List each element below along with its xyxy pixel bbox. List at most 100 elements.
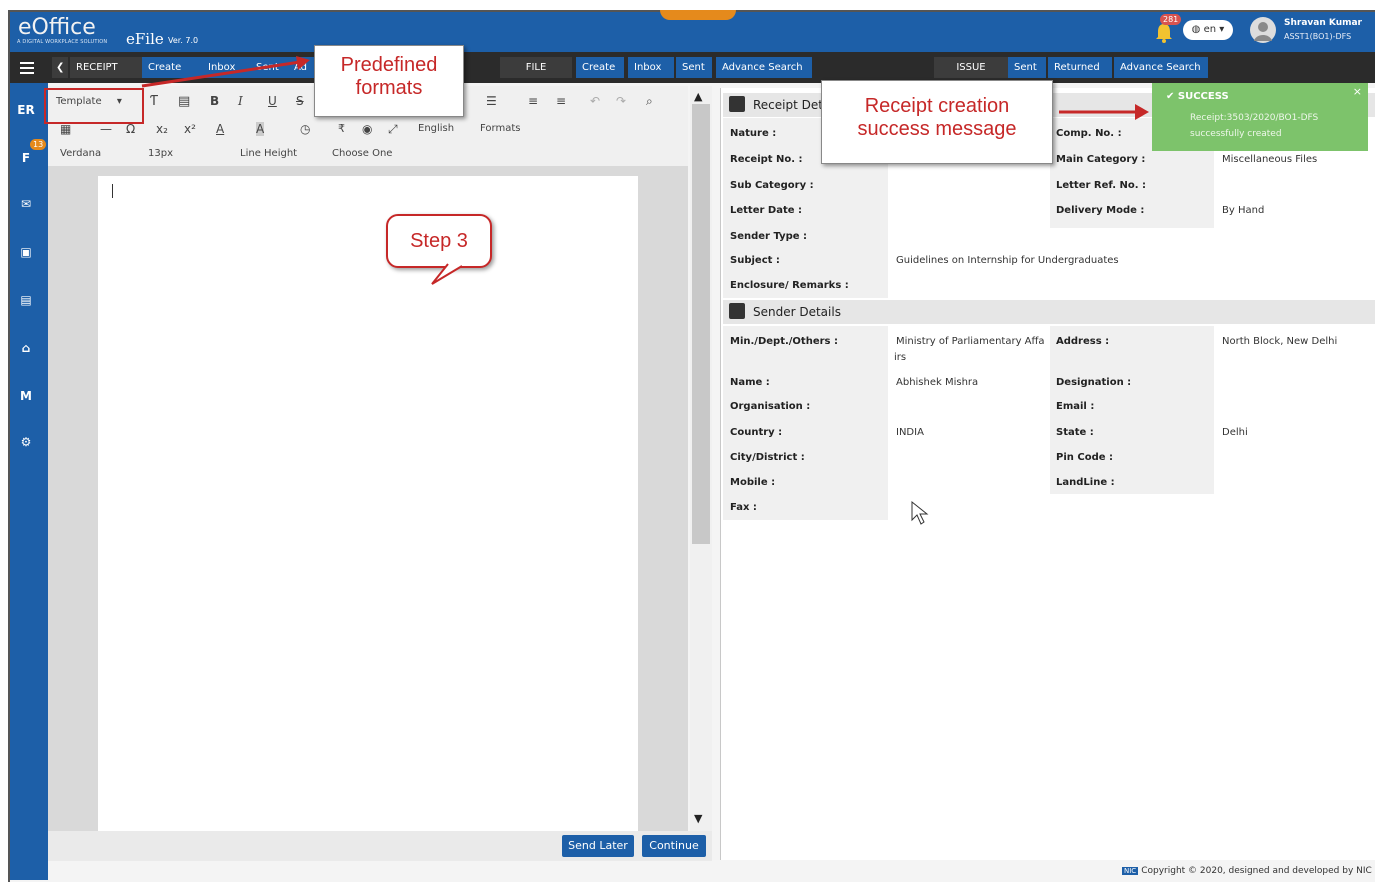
clock-icon[interactable]: ◷ [300,122,310,136]
fullscreen-icon[interactable]: ⤢ [388,122,398,137]
value-state: Delhi [1222,427,1248,438]
choose-one-select[interactable]: Choose One [332,148,392,159]
editor-text-area[interactable] [98,176,638,832]
checkmark-icon: ✔ [1166,91,1175,102]
outdent-icon[interactable]: ≡ [528,94,538,108]
arrow-to-predefined-icon [141,56,310,88]
bell-icon[interactable] [1154,22,1174,44]
sidebar-mail-icon[interactable]: ⌂ [14,336,38,360]
hamburger-menu-icon[interactable] [14,58,40,78]
find-icon[interactable]: ⌕ [646,94,653,109]
sidebar-document-icon[interactable]: ▣ [14,240,38,264]
predefined-line2: formats [355,77,423,99]
nav-back-chevron-icon[interactable]: ❮ [52,57,69,78]
send-later-button[interactable]: Send Later [562,835,634,857]
font-family-select[interactable]: Verdana [60,148,101,159]
user-name[interactable]: Shravan Kumar [1284,18,1362,28]
highlight-color-icon[interactable]: A [256,122,265,136]
indent-icon[interactable]: ≡ [556,94,566,108]
bold-icon[interactable]: B [210,94,219,108]
editor-scrollbar-thumb[interactable] [692,104,710,544]
scroll-up-icon[interactable]: ▲ [694,90,702,103]
strikethrough-icon[interactable]: S [296,94,304,108]
nav-issue-sent[interactable]: Sent [1008,57,1046,78]
label-ministry: Min./Dept./Others : [730,336,838,347]
mouse-pointer-icon [911,500,929,525]
label-sub-category: Sub Category : [730,180,814,191]
language-select-value: English [418,123,455,134]
label-pin-code: Pin Code : [1056,452,1113,463]
undo-icon[interactable]: ↶ [590,94,600,108]
label-comp-no: Comp. No. : [1056,128,1122,139]
receipt-msg-line2: success message [857,118,1017,140]
italic-icon[interactable]: I [238,94,243,108]
text-color-icon[interactable]: A [216,122,224,136]
predefined-line1: Predefined [340,54,438,76]
nav-file-sent[interactable]: Sent [676,57,712,78]
underline-icon[interactable]: U [268,94,277,108]
sidebar-settings-icon[interactable]: ⚙ [14,430,38,454]
copyright-footer: NIC Copyright © 2020, designed and develo… [1122,866,1372,876]
nav-file[interactable]: FILE [500,57,572,78]
sidebar-dsc-icon[interactable]: ▤ [14,288,38,312]
toast-header: ✔ SUCCESS [1166,91,1229,102]
special-char-icon[interactable]: Ω [126,122,135,136]
sidebar-file-badge: 13 [30,139,47,150]
language-value: en [1203,24,1217,35]
rupee-icon[interactable]: ₹ [338,122,345,135]
clear-format-icon[interactable]: Ƭ [150,94,158,109]
subscript-icon[interactable]: x₂ [156,122,168,136]
redo-icon[interactable]: ↷ [616,94,626,108]
label-city: City/District : [730,452,805,463]
collapse-header-tab[interactable] [660,10,736,20]
nav-issue-returned[interactable]: Returned [1048,57,1112,78]
label-nature: Nature : [730,128,777,139]
sender-details-header: Sender Details [723,300,1375,324]
sender-icon [729,303,745,319]
nav-file-inbox[interactable]: Inbox [628,57,674,78]
receipt-details-title: Receipt Det [753,98,823,112]
formats-select[interactable]: Formats [480,123,520,134]
value-address: North Block, New Delhi [1222,336,1338,347]
sidebar-dak-icon[interactable]: ✉ [14,192,38,216]
nav-receipt[interactable]: RECEIPT [70,57,144,78]
nav-file-advance-search[interactable]: Advance Search [716,57,812,78]
sidebar-receipt-icon[interactable]: ER [14,98,38,122]
continue-button[interactable]: Continue [642,835,706,857]
label-designation: Designation : [1056,377,1132,388]
nav-issue[interactable]: ISSUE [934,57,1008,78]
user-avatar[interactable] [1250,17,1276,43]
nav-issue-advance-search[interactable]: Advance Search [1114,57,1208,78]
value-ministry-line2: irs [894,352,907,363]
horizontal-line-icon[interactable]: — [100,122,112,136]
value-name: Abhishek Mishra [896,377,979,388]
eoffice-logo: eOffice [18,15,96,40]
receipt-msg-line1: Receipt creation [864,95,1010,117]
nav-file-create[interactable]: Create [576,57,624,78]
sidebar-messenger-icon[interactable]: M [14,384,38,408]
table-icon[interactable]: ▦ [60,122,71,136]
font-size-select[interactable]: 13px [148,148,173,159]
line-height-select[interactable]: Line Height [240,148,297,159]
label-country: Country : [730,427,783,438]
scroll-down-icon[interactable]: ▼ [694,812,702,825]
label-enclosure: Enclosure/ Remarks : [730,280,849,291]
numbered-list-icon[interactable]: ☰ [486,94,497,108]
value-delivery-mode: By Hand [1222,205,1265,216]
toast-close-icon[interactable]: × [1353,85,1362,98]
template-highlight-box [44,88,144,124]
language-select[interactable]: English [418,123,454,134]
nic-logo: NIC [1122,867,1139,875]
language-selector[interactable]: ◍ en ▾ [1183,20,1233,40]
value-ministry-line1: Ministry of Parliamentary Affa [896,336,1045,347]
label-address: Address : [1056,336,1110,347]
line-height-value: Line Height [240,148,298,159]
value-subject: Guidelines on Internship for Undergradua… [896,255,1119,266]
superscript-icon[interactable]: x² [184,122,196,136]
label-sender-type: Sender Type : [730,231,808,242]
preview-icon[interactable]: ◉ [362,122,372,136]
label-state: State : [1056,427,1094,438]
copyright-text: Copyright © 2020, designed and developed… [1141,866,1372,876]
formats-select-value: Formats [480,123,521,134]
paste-icon[interactable]: ▤ [178,94,190,109]
